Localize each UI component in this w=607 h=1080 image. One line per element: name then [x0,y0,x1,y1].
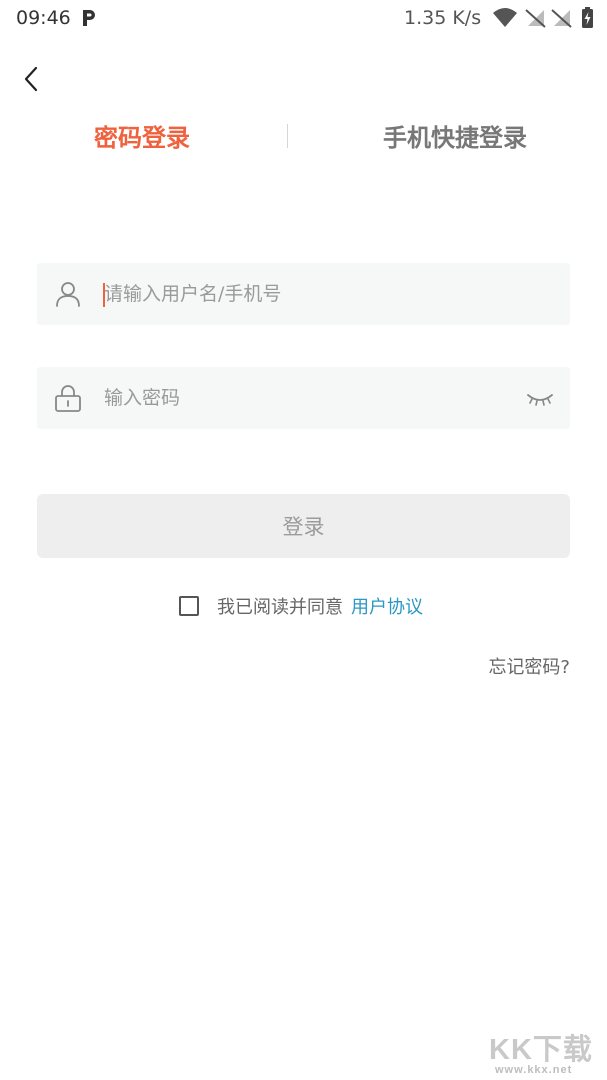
network-speed: 1.35 K/s [404,7,482,29]
password-field[interactable] [37,367,570,429]
watermark-logo: KK下载 [489,1034,593,1066]
eye-closed-icon[interactable] [525,387,555,409]
wifi-icon [493,8,517,27]
status-time: 09:46 [16,7,71,29]
watermark: KK下载 www.kkx.net [489,1026,604,1078]
p-icon [83,10,95,26]
no-sim-icon [551,9,572,28]
username-field[interactable] [37,263,570,325]
agree-text: 我已阅读并同意 [217,597,343,618]
forgot-password-link[interactable]: 忘记密码? [488,653,570,679]
user-agreement-link[interactable]: 用户协议 [351,593,423,619]
agree-checkbox[interactable] [179,596,199,616]
login-button[interactable]: 登录 [37,494,570,558]
status-bar: 09:46 1.35 K/s [0,0,607,36]
password-input[interactable] [104,367,504,429]
tab-password-login[interactable]: 密码登录 [94,118,190,153]
battery-charging-icon [582,7,593,28]
agreement-row: 我已阅读并同意 用户协议 [179,592,423,620]
user-icon [56,282,80,307]
lock-icon [55,385,81,412]
no-sim-icon [525,9,546,28]
watermark-url: www.kkx.net [495,1064,573,1076]
chevron-left-icon [24,66,38,92]
tab-phone-quick-login[interactable]: 手机快捷登录 [383,118,527,153]
tab-divider [287,124,288,148]
username-input[interactable] [104,263,504,325]
back-button[interactable] [16,62,46,96]
status-icons [493,7,593,28]
